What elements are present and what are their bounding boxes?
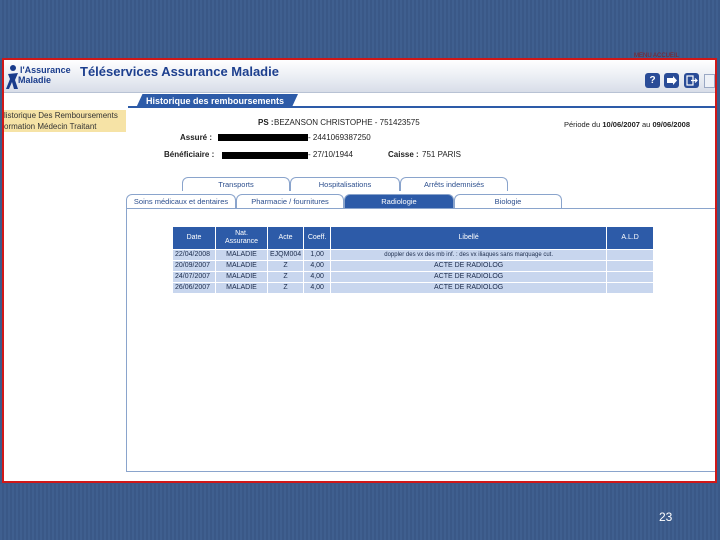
sidebar-item-medecin-traitant[interactable]: ormation Médecin Traitant — [4, 121, 126, 132]
caisse-value: 751 PARIS — [422, 150, 461, 159]
background-bottom — [0, 484, 720, 540]
app-title: Téléservices Assurance Maladie — [80, 64, 279, 79]
navigation-icon[interactable] — [664, 73, 679, 88]
window-control[interactable] — [704, 74, 715, 88]
cell-libelle: ACTE DE RADIOLOG — [330, 271, 608, 283]
exit-icon[interactable] — [684, 73, 699, 88]
cell-acte: EJQM004 — [266, 249, 305, 261]
column-header-date[interactable]: Date — [172, 226, 216, 250]
table-header-row: Date Nat. Assurance Acte Coeff. Libellé … — [172, 226, 655, 250]
logo-text-line1: l'Assurance — [20, 65, 71, 75]
top-right-menu-text: MENU ACCUEIL — [634, 53, 680, 59]
column-header-libelle[interactable]: Libellé — [330, 226, 608, 250]
beneficiaire-label: Bénéficiaire : — [164, 150, 215, 159]
cell-date: 22/04/2008 — [172, 249, 216, 261]
tab-arrets-indemnises[interactable]: Arrêts indemnisés — [400, 177, 508, 191]
cell-nat-assurance: MALADIE — [215, 249, 268, 261]
period-to: 09/06/2008 — [652, 120, 690, 129]
tab-transports[interactable]: Transports — [182, 177, 290, 191]
section-title: Historique des remboursements — [136, 94, 298, 108]
cell-coeff: 4,00 — [303, 260, 332, 272]
table-row[interactable]: 22/04/2008 MALADIE EJQM004 1,00 doppler … — [172, 249, 655, 261]
table-row[interactable]: 24/07/2007 MALADIE Z 4,00 ACTE DE RADIOL… — [172, 271, 655, 283]
slide-page-number: 23 — [659, 510, 673, 524]
tab-hospitalisations[interactable]: Hospitalisations — [290, 177, 400, 191]
background-top — [0, 0, 720, 58]
assure-label: Assuré : — [180, 133, 213, 142]
cell-ald — [606, 282, 655, 294]
column-header-nat-assurance[interactable]: Nat. Assurance — [215, 226, 268, 250]
ps-value: BEZANSON CHRISTOPHE - 751423575 — [274, 118, 420, 127]
cell-date: 24/07/2007 — [172, 271, 216, 283]
assure-value: - 2441069387250 — [308, 133, 371, 142]
cell-coeff: 1,00 — [303, 249, 332, 261]
help-icon[interactable]: ? — [645, 73, 660, 88]
cell-coeff: 4,00 — [303, 271, 332, 283]
app-header: l'Assurance Maladie Téléservices Assuran… — [4, 60, 715, 93]
cell-nat-assurance: MALADIE — [215, 260, 268, 272]
cell-acte: Z — [266, 271, 305, 283]
assurance-maladie-logo: l'Assurance Maladie — [6, 62, 71, 90]
cell-acte: Z — [266, 260, 305, 272]
tab-radiologie[interactable]: Radiologie — [344, 194, 454, 208]
cell-nat-assurance: MALADIE — [215, 282, 268, 294]
logo-text-line2: Maladie — [18, 75, 52, 85]
cell-date: 20/09/2007 — [172, 260, 216, 272]
period-from: 10/06/2007 — [602, 120, 640, 129]
beneficiaire-value: - 27/10/1944 — [308, 150, 353, 159]
cell-coeff: 4,00 — [303, 282, 332, 294]
period-mid: au — [642, 120, 651, 129]
tab-soins-medicaux[interactable]: Soins médicaux et dentaires — [126, 194, 236, 208]
cell-libelle: ACTE DE RADIOLOG — [330, 282, 608, 294]
column-header-acte[interactable]: Acte — [266, 226, 305, 250]
tab-biologie[interactable]: Biologie — [454, 194, 562, 208]
cell-ald — [606, 271, 655, 283]
cell-date: 26/06/2007 — [172, 282, 216, 294]
redaction-bar — [222, 152, 308, 159]
table-row[interactable]: 20/09/2007 MALADIE Z 4,00 ACTE DE RADIOL… — [172, 260, 655, 272]
period-prefix: Période du — [564, 120, 601, 129]
column-header-ald[interactable]: A.L.D — [606, 226, 655, 250]
cell-libelle: doppler des vx des mb inf. : des vx ilia… — [330, 249, 608, 261]
cell-ald — [606, 249, 655, 261]
reimbursement-table: Date Nat. Assurance Acte Coeff. Libellé … — [172, 226, 655, 294]
tab-pharmacie[interactable]: Pharmacie / fournitures — [236, 194, 344, 208]
period-range: Période du 10/06/2007 au 09/06/2008 — [564, 120, 690, 129]
ps-label: PS : — [258, 118, 274, 127]
table-row[interactable]: 26/06/2007 MALADIE Z 4,00 ACTE DE RADIOL… — [172, 282, 655, 294]
redaction-bar — [218, 134, 308, 141]
cell-nat-assurance: MALADIE — [215, 271, 268, 283]
cell-libelle: ACTE DE RADIOLOG — [330, 260, 608, 272]
column-header-coeff[interactable]: Coeff. — [303, 226, 332, 250]
sidebar-item-historique[interactable]: listorique Des Remboursements — [4, 110, 126, 121]
cell-acte: Z — [266, 282, 305, 294]
caisse-label: Caisse : — [388, 150, 419, 159]
cell-ald — [606, 260, 655, 272]
screenshot-frame: l'Assurance Maladie Téléservices Assuran… — [2, 58, 717, 483]
